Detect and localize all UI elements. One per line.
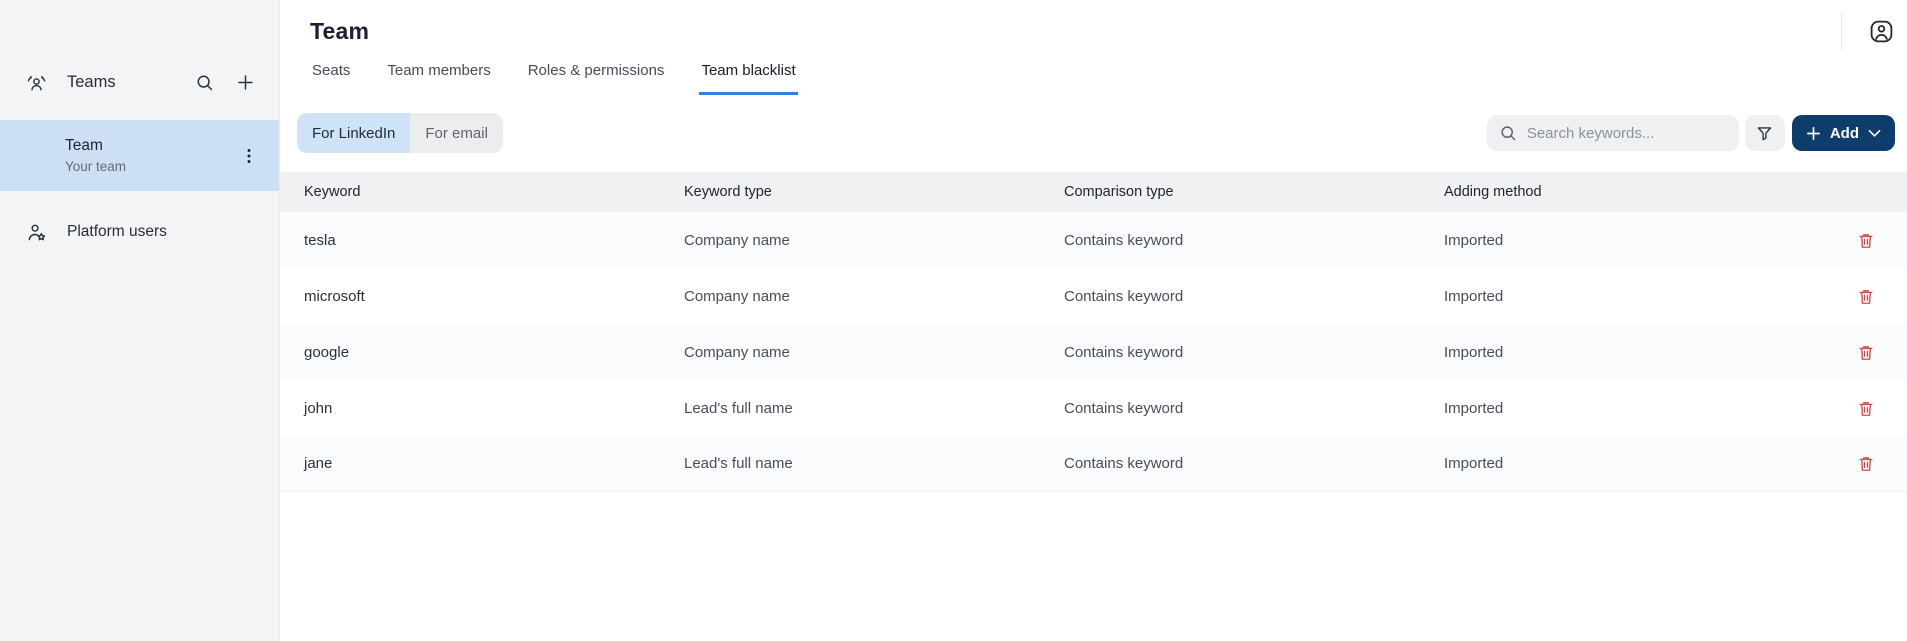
table-row: tesla Company name Contains keyword Impo… (280, 212, 1907, 268)
cell-keyword: tesla (304, 232, 684, 249)
team-item-subtitle: Your team (65, 159, 241, 174)
blacklist-table: Keyword Keyword type Comparison type Add… (280, 172, 1907, 492)
page-title: Team (310, 18, 369, 45)
cell-keyword: microsoft (304, 288, 684, 305)
cell-comparison-type: Contains keyword (1064, 344, 1444, 361)
table-row: google Company name Contains keyword Imp… (280, 324, 1907, 380)
cell-comparison-type: Contains keyword (1064, 400, 1444, 417)
cell-keyword: john (304, 400, 684, 417)
cell-keyword-type: Company name (684, 288, 1064, 305)
trash-icon (1857, 343, 1875, 362)
controls-right: Add (1487, 115, 1895, 151)
table-body: tesla Company name Contains keyword Impo… (280, 212, 1907, 492)
sidebar: Teams Team Your team (0, 0, 280, 641)
for-linkedin-toggle[interactable]: For LinkedIn (297, 113, 410, 153)
group-icon (25, 71, 48, 94)
column-header-keyword: Keyword (304, 184, 684, 200)
cell-comparison-type: Contains keyword (1064, 232, 1444, 249)
header-right (1841, 12, 1895, 50)
keyword-search-input[interactable] (1527, 125, 1727, 142)
sidebar-title: Teams (67, 73, 173, 92)
table-row: jane Lead's full name Contains keyword I… (280, 436, 1907, 492)
person-star-icon (25, 221, 48, 244)
keyword-search-box[interactable] (1487, 115, 1739, 151)
account-button[interactable] (1868, 18, 1895, 45)
cell-keyword-type: Company name (684, 344, 1064, 361)
header-divider (1841, 12, 1842, 50)
blacklist-type-switch: For LinkedIn For email (297, 113, 503, 153)
plus-icon (236, 73, 255, 92)
column-header-keyword-type: Keyword type (684, 184, 1064, 200)
filter-button[interactable] (1745, 115, 1785, 151)
tab-team-blacklist[interactable]: Team blacklist (699, 52, 797, 95)
app-window: Teams Team Your team (0, 0, 1907, 641)
tab-bar: Seats Team members Roles & permissions T… (280, 52, 1907, 95)
add-team-button[interactable] (236, 73, 255, 92)
trash-icon (1857, 399, 1875, 418)
cell-adding-method: Imported (1444, 400, 1851, 417)
plus-icon (1806, 126, 1821, 141)
cell-adding-method: Imported (1444, 232, 1851, 249)
controls-row: For LinkedIn For email (280, 113, 1907, 153)
tab-team-members[interactable]: Team members (385, 52, 492, 95)
magnifier-icon (1499, 124, 1517, 142)
cell-comparison-type: Contains keyword (1064, 288, 1444, 305)
table-row: microsoft Company name Contains keyword … (280, 268, 1907, 324)
trash-icon (1857, 287, 1875, 306)
cell-keyword-type: Company name (684, 232, 1064, 249)
main-header: Team (280, 0, 1907, 52)
team-item-menu-button[interactable] (241, 147, 257, 165)
search-icon (195, 73, 214, 92)
delete-keyword-button[interactable] (1855, 452, 1877, 475)
team-item-title: Team (65, 137, 241, 155)
table-header: Keyword Keyword type Comparison type Add… (280, 172, 1907, 212)
kebab-menu-icon (241, 147, 257, 165)
sidebar-item-platform-users[interactable]: Platform users (0, 203, 279, 261)
platform-users-label: Platform users (67, 223, 167, 241)
cell-comparison-type: Contains keyword (1064, 455, 1444, 472)
cell-adding-method: Imported (1444, 288, 1851, 305)
funnel-icon (1755, 124, 1774, 143)
delete-keyword-button[interactable] (1855, 285, 1877, 308)
column-header-comparison-type: Comparison type (1064, 184, 1444, 200)
add-keyword-button[interactable]: Add (1792, 115, 1895, 151)
user-avatar-icon (1868, 18, 1895, 45)
cell-keyword: jane (304, 455, 684, 472)
tab-seats[interactable]: Seats (310, 52, 352, 95)
cell-keyword-type: Lead's full name (684, 455, 1064, 472)
cell-adding-method: Imported (1444, 344, 1851, 361)
chevron-down-icon (1868, 129, 1881, 138)
add-button-label: Add (1830, 125, 1859, 142)
table-row: john Lead's full name Contains keyword I… (280, 380, 1907, 436)
trash-icon (1857, 454, 1875, 473)
cell-keyword: google (304, 344, 684, 361)
column-header-adding-method: Adding method (1444, 184, 1851, 200)
trash-icon (1857, 231, 1875, 250)
main-content: Team Seats Team members Roles & permi (280, 0, 1907, 641)
team-item-text: Team Your team (65, 137, 241, 174)
sidebar-item-team[interactable]: Team Your team (0, 120, 279, 191)
delete-keyword-button[interactable] (1855, 341, 1877, 364)
delete-keyword-button[interactable] (1855, 229, 1877, 252)
cell-adding-method: Imported (1444, 455, 1851, 472)
sidebar-header: Teams (0, 64, 279, 100)
sidebar-search-button[interactable] (195, 73, 214, 92)
delete-keyword-button[interactable] (1855, 397, 1877, 420)
cell-keyword-type: Lead's full name (684, 400, 1064, 417)
for-email-toggle[interactable]: For email (410, 113, 503, 153)
tab-roles-permissions[interactable]: Roles & permissions (526, 52, 667, 95)
